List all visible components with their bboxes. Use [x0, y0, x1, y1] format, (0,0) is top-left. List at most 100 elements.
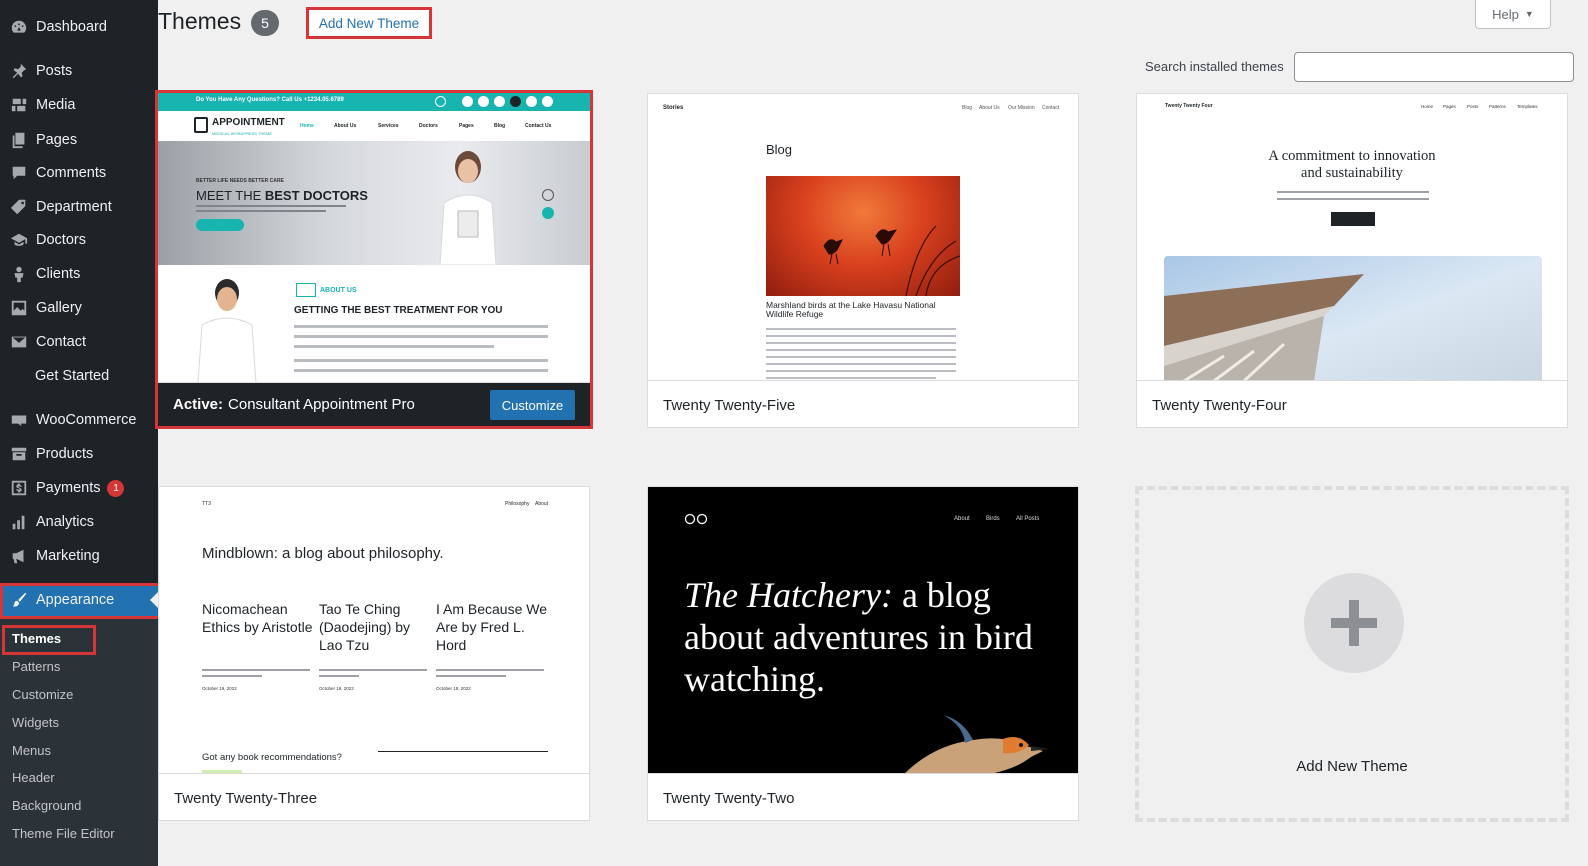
search-input[interactable] [1294, 52, 1574, 82]
help-label: Help [1492, 6, 1519, 22]
preview-text-line [294, 325, 548, 328]
sidebar-item-analytics[interactable]: Analytics [0, 505, 158, 539]
preview-nav-item: Our Mission [1008, 105, 1035, 111]
preview-nav-item: Pages [1443, 104, 1456, 109]
customize-button[interactable]: Customize [490, 390, 575, 420]
brush-icon [9, 590, 29, 610]
preview-text-line [1277, 191, 1429, 193]
add-new-theme-button[interactable]: Add New Theme [306, 7, 432, 39]
sidebar-item-products[interactable]: Products [0, 437, 158, 471]
sidebar-item-appearance[interactable]: Appearance [0, 583, 158, 617]
submenu-item-themes[interactable]: Themes [12, 631, 61, 646]
preview-text-line [319, 669, 427, 671]
theme-name-bar: Active: Consultant Appointment Pro Custo… [158, 383, 590, 426]
preview-nav-item: About [535, 501, 549, 507]
sidebar-item-media[interactable]: Media [0, 88, 158, 122]
theme-screenshot: Do You Have Any Questions? Call Us +1234… [158, 93, 590, 383]
preview-nav-item: Blog [962, 105, 973, 111]
help-button[interactable]: Help ▼ [1475, 0, 1551, 29]
sidebar-item-label: Get Started [35, 368, 110, 384]
preview-post-date: October 19, 2022 [202, 686, 237, 691]
preview-logo-sub: MEDICAL WORDPRESS THEME [212, 131, 273, 136]
preview-learn-more-button [1331, 212, 1375, 226]
sidebar-item-department[interactable]: Department [0, 190, 158, 224]
sidebar-item-label: Dashboard [36, 19, 107, 35]
sidebar-item-posts[interactable]: Posts [0, 54, 158, 88]
sidebar-item-label: Payments [36, 480, 101, 496]
dashboard-icon [9, 17, 29, 37]
sidebar-item-get-started[interactable]: Get Started [0, 359, 158, 393]
preview-text-line [436, 669, 544, 671]
social-icon [478, 96, 489, 107]
submenu-item-patterns[interactable]: Patterns [12, 659, 60, 674]
theme-card-twenty-twenty-two[interactable]: About Birds All Posts The Hatchery: a bl… [647, 486, 1079, 821]
theme-name: Consultant Appointment Pro [228, 396, 415, 413]
hero-title-bold: BEST DOCTORS [264, 188, 368, 203]
preview-hero-tagline: BETTER LIFE NEEDS BETTER CARE [196, 178, 284, 184]
sidebar-item-dashboard[interactable]: Dashboard [0, 10, 158, 44]
add-new-theme-card[interactable]: Add New Theme [1135, 486, 1569, 822]
theme-name: Twenty Twenty-Two [648, 774, 1078, 820]
preview-post-date: October 19, 2022 [436, 686, 471, 691]
preview-nav-item: Patterns [1489, 104, 1506, 109]
sidebar-item-clients[interactable]: Clients [0, 257, 158, 291]
calendar-icon [194, 117, 208, 133]
sidebar-item-woocommerce[interactable]: WooCommerce [0, 403, 158, 437]
submenu-item-header[interactable]: Header [12, 770, 55, 785]
theme-card-twenty-twenty-five[interactable]: Stories Blog About Us Our Mission Contac… [647, 93, 1079, 428]
preview-heading-line: A commitment to innovation [1268, 148, 1436, 164]
woo-icon [9, 410, 29, 430]
preview-about: ABOUT US GETTING THE BEST TREATMENT FOR … [158, 265, 590, 382]
pages-icon [9, 130, 29, 150]
notification-badge: 1 [107, 479, 125, 497]
media-icon [9, 95, 29, 115]
preview-about-title: GETTING THE BEST TREATMENT FOR YOU [294, 305, 503, 316]
preview-text-line [766, 363, 956, 365]
submenu-item-theme-file-editor[interactable]: Theme File Editor [12, 826, 115, 841]
building-roof-icon [1164, 274, 1364, 380]
sidebar-item-gallery[interactable]: Gallery [0, 291, 158, 325]
doctor-figure-icon [197, 279, 257, 382]
preview-menu-item: Contact Us [525, 123, 552, 129]
preview-text-line [196, 210, 326, 212]
preview-divider [378, 751, 548, 752]
preview-nav: APPOINTMENT MEDICAL WORDPRESS THEME Home… [158, 111, 590, 141]
preview-text-line [294, 369, 548, 372]
slider-next-icon [542, 207, 554, 219]
submenu-item-customize[interactable]: Customize [12, 687, 73, 702]
preview-text-line [202, 675, 262, 677]
preview-text-line [766, 342, 956, 344]
submenu-item-widgets[interactable]: Widgets [12, 715, 59, 730]
submenu-item-background[interactable]: Background [12, 798, 81, 813]
preview-text-line [436, 675, 506, 677]
preview-nav-item: Philosophy [505, 501, 530, 507]
preview-menu-item: Doctors [419, 123, 438, 129]
preview-read-more-button [196, 219, 244, 231]
sidebar-item-label: Appearance [36, 592, 115, 608]
preview-heading: A commitment to innovation and sustainab… [1137, 148, 1567, 183]
sidebar-item-doctors[interactable]: Doctors [0, 223, 158, 257]
preview-text-line [766, 349, 956, 351]
theme-card-twenty-twenty-four[interactable]: Twenty Twenty Four Home Pages Posts Patt… [1136, 93, 1568, 428]
submenu-item-menus[interactable]: Menus [12, 743, 51, 758]
caret-down-icon: ▼ [1524, 9, 1534, 19]
preview-text-line [766, 377, 936, 379]
megaphone-icon [9, 546, 29, 566]
active-prefix: Active: [173, 396, 224, 413]
search-icon [435, 96, 446, 107]
add-circle [1304, 573, 1404, 673]
preview-ask: Got any book recommendations? [202, 752, 342, 763]
theme-screenshot: TT3 Philosophy About Mindblown: a blog a… [159, 487, 589, 774]
preview-nav-item: Birds [986, 516, 1000, 522]
sidebar-item-pages[interactable]: Pages [0, 123, 158, 157]
sidebar-item-comments[interactable]: Comments [0, 156, 158, 190]
theme-card-active[interactable]: Do You Have Any Questions? Call Us +1234… [155, 90, 593, 429]
preview-menu-item: About Us [334, 123, 357, 129]
sidebar-item-payments[interactable]: Payments 1 [0, 471, 158, 505]
preview-heading-line: and sustainability [1301, 165, 1403, 182]
social-icon [462, 96, 473, 107]
hero-title-normal: MEET THE [196, 188, 265, 203]
sidebar-item-contact[interactable]: Contact [0, 325, 158, 359]
sidebar-item-marketing[interactable]: Marketing [0, 539, 158, 573]
theme-card-twenty-twenty-three[interactable]: TT3 Philosophy About Mindblown: a blog a… [158, 486, 590, 821]
